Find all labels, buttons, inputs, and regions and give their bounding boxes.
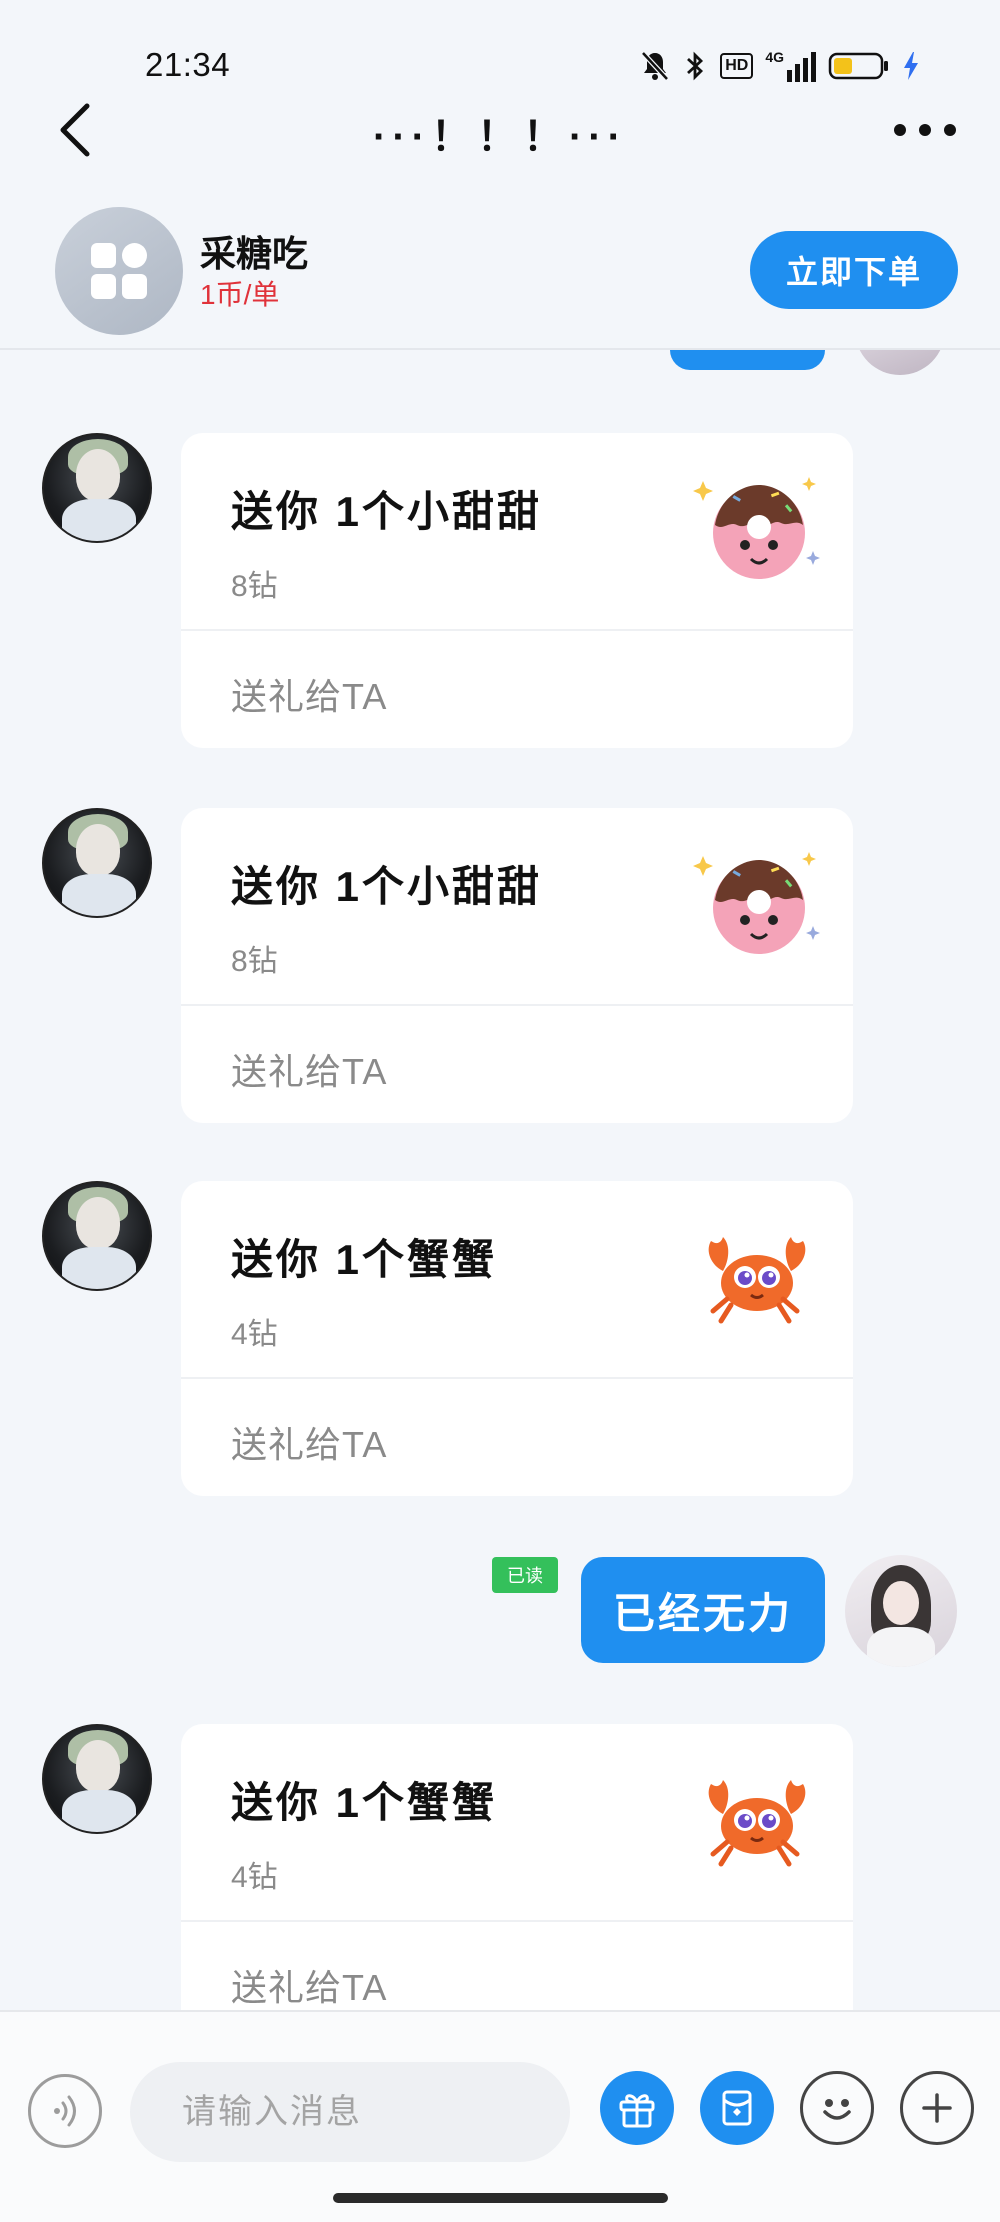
mute-icon — [641, 51, 670, 81]
voice-input-button[interactable] — [28, 2074, 102, 2148]
message-input[interactable] — [130, 2062, 570, 2162]
gift-message-card: 送你 1个小甜甜 8钻 送礼给TA — [181, 808, 853, 1123]
sender-avatar[interactable] — [42, 1181, 152, 1291]
gift-price: 4钻 — [231, 1318, 278, 1351]
status-time: 21:34 — [145, 46, 231, 83]
gift-icon — [619, 2094, 655, 2128]
send-gift-button[interactable]: 送礼给TA — [231, 1959, 387, 2011]
charging-icon — [904, 52, 918, 80]
nav-bar: ···！！！··· — [0, 90, 1000, 170]
bluetooth-icon — [687, 51, 704, 81]
gift-message-card: 送你 1个蟹蟹 4钻 送礼给TA — [181, 1181, 853, 1496]
service-avatar[interactable] — [55, 207, 183, 335]
plus-icon — [922, 2093, 952, 2123]
voice-icon — [54, 2095, 76, 2127]
chat-title: ···！！！··· — [373, 115, 627, 159]
sent-message-bubble[interactable]: 已经无力 — [581, 1557, 825, 1663]
donut-icon — [693, 477, 820, 579]
send-gift-button[interactable]: 送礼给TA — [231, 1043, 387, 1095]
red-packet-icon — [722, 2090, 752, 2126]
order-header: 采糖吃 1币/单 立即下单 — [0, 175, 1000, 350]
crab-icon — [708, 1237, 806, 1324]
more-options-icon[interactable] — [890, 112, 960, 148]
emoji-icon — [823, 2099, 851, 2120]
emoji-button[interactable] — [800, 2071, 874, 2145]
send-gift-button[interactable]: 送礼给TA — [231, 1416, 387, 1468]
gift-title: 送你 1个小甜甜 — [231, 863, 543, 910]
sender-avatar[interactable] — [42, 808, 152, 918]
gift-price: 8钻 — [231, 945, 278, 978]
sender-avatar[interactable] — [42, 433, 152, 543]
gift-title: 送你 1个蟹蟹 — [231, 1236, 498, 1283]
battery-icon — [828, 52, 888, 80]
service-name: 采糖吃 — [200, 233, 309, 274]
status-icons: HD 4G — [640, 48, 920, 84]
gift-price: 8钻 — [231, 570, 278, 603]
hd-icon: HD — [720, 53, 754, 79]
home-indicator[interactable] — [333, 2193, 668, 2203]
gift-price: 4钻 — [231, 1861, 278, 1894]
donut-icon — [693, 852, 820, 954]
send-gift-button[interactable]: 送礼给TA — [231, 668, 387, 720]
divider — [181, 629, 853, 631]
red-packet-button[interactable] — [700, 2071, 774, 2145]
my-avatar[interactable] — [845, 1555, 957, 1667]
sender-avatar[interactable] — [42, 1724, 152, 1834]
input-bar — [0, 2010, 1000, 2222]
signal-4g-icon: 4G — [765, 50, 816, 82]
crab-icon — [708, 1780, 806, 1867]
divider — [181, 1920, 853, 1922]
gift-title: 送你 1个蟹蟹 — [231, 1779, 498, 1826]
gift-button[interactable] — [600, 2071, 674, 2145]
gift-message-card: 送你 1个小甜甜 8钻 送礼给TA — [181, 433, 853, 748]
status-bar: 21:34 HD 4G — [0, 0, 1000, 100]
divider — [181, 1004, 853, 1006]
read-status-badge: 已读 — [492, 1557, 558, 1593]
service-price: 1币/单 — [200, 279, 280, 310]
divider — [181, 1377, 853, 1379]
more-actions-button[interactable] — [900, 2071, 974, 2145]
order-now-button[interactable]: 立即下单 — [750, 231, 958, 309]
gift-message-card: 送你 1个蟹蟹 4钻 送礼给TA — [181, 1724, 853, 2039]
gift-title: 送你 1个小甜甜 — [231, 488, 543, 535]
apps-icon — [91, 243, 147, 299]
